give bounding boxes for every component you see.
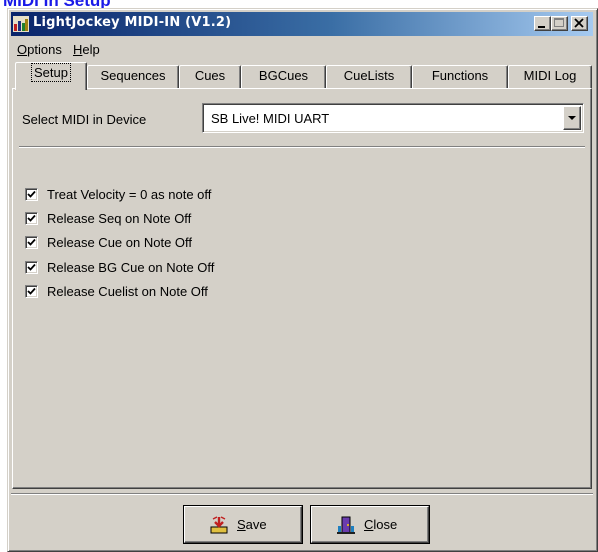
checkbox-release-bg-cue[interactable] <box>25 261 38 274</box>
tab-midi-log[interactable]: MIDI Log <box>508 65 592 88</box>
chevron-down-icon <box>568 116 576 120</box>
tab-bgcues[interactable]: BGCues <box>241 65 326 88</box>
window-title: LightJockey MIDI-IN (V1.2) <box>33 15 232 30</box>
tab-midi-log-label: MIDI Log <box>523 68 577 83</box>
checkbox-release-cue[interactable] <box>25 236 38 249</box>
app-window: LightJockey MIDI-IN (V1.2) Options Help … <box>7 8 598 552</box>
close-rest: lose <box>373 517 398 532</box>
tab-cues[interactable]: Cues <box>179 65 241 88</box>
close-icon <box>574 18 584 28</box>
save-button[interactable]: Save <box>184 506 302 543</box>
minimize-button[interactable] <box>534 16 551 31</box>
close-label: Close <box>364 517 397 532</box>
maximize-icon <box>554 18 564 27</box>
checkbox-treat-velocity[interactable] <box>25 188 38 201</box>
menu-options[interactable]: Options <box>17 42 62 57</box>
checkmark-icon <box>27 287 36 295</box>
menu-options-mnemonic: O <box>17 42 28 57</box>
save-rest: ave <box>245 517 267 532</box>
midi-device-select[interactable]: SB Live! MIDI UART <box>202 103 584 133</box>
checkmark-icon <box>27 190 36 198</box>
menu-help-mnemonic: H <box>73 42 83 57</box>
panel-divider <box>19 146 585 148</box>
tab-strip: Setup Sequences Cues BGCues CueLists Fun… <box>11 60 593 90</box>
tab-sequences-label: Sequences <box>100 68 166 83</box>
tab-cues-label: Cues <box>194 68 226 83</box>
option-label: Treat Velocity = 0 as note off <box>47 187 212 202</box>
tab-bgcues-label: BGCues <box>258 68 309 83</box>
menu-options-label: ptions <box>27 42 62 57</box>
option-label: Release Seq on Note Off <box>47 211 192 226</box>
tab-cuelists-label: CueLists <box>343 68 395 83</box>
tab-setup-label: Setup <box>31 63 71 82</box>
minimize-icon <box>538 26 545 28</box>
exit-door-icon <box>337 516 355 534</box>
tab-setup[interactable]: Setup <box>15 62 87 90</box>
tab-functions-label: Functions <box>431 68 489 83</box>
close-window-button[interactable] <box>571 16 588 31</box>
lightjockey-app-icon <box>13 16 29 32</box>
menu-help[interactable]: Help <box>73 42 100 57</box>
menu-bar: Options Help <box>11 38 593 60</box>
option-label: Release Cue on Note Off <box>47 235 193 250</box>
save-mnemonic: S <box>237 517 246 532</box>
option-label: Release BG Cue on Note Off <box>47 260 215 275</box>
option-label: Release Cuelist on Note Off <box>47 284 208 299</box>
checkbox-release-seq[interactable] <box>25 212 38 225</box>
maximize-button[interactable] <box>551 16 568 31</box>
title-bar[interactable]: LightJockey MIDI-IN (V1.2) <box>11 12 593 36</box>
checkmark-icon <box>27 263 36 271</box>
menu-help-label: elp <box>82 42 100 57</box>
dropdown-button[interactable] <box>563 106 581 130</box>
checkmark-icon <box>27 238 36 246</box>
device-label: Select MIDI in Device <box>22 112 147 127</box>
checkbox-release-cuelist[interactable] <box>25 285 38 298</box>
tab-functions[interactable]: Functions <box>412 65 508 88</box>
save-icon <box>210 516 228 534</box>
checkmark-icon <box>27 214 36 222</box>
tab-sequences[interactable]: Sequences <box>87 65 179 88</box>
bottom-separator <box>11 493 593 495</box>
save-label: Save <box>237 517 267 532</box>
device-value: SB Live! MIDI UART <box>211 111 330 126</box>
close-button[interactable]: Close <box>311 506 429 543</box>
tab-cuelists[interactable]: CueLists <box>326 65 412 88</box>
setup-panel: Select MIDI in Device SB Live! MIDI UART… <box>12 88 592 489</box>
close-mnemonic: C <box>364 517 374 532</box>
